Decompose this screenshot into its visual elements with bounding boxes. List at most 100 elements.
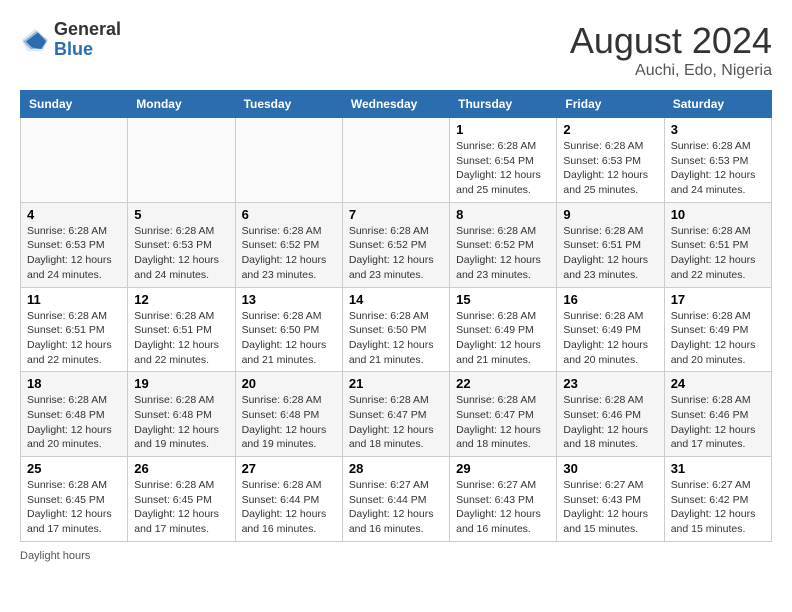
day-info: Sunrise: 6:28 AM Sunset: 6:51 PM Dayligh… [27, 309, 121, 368]
calendar-cell: 31 Sunrise: 6:27 AM Sunset: 6:42 PM Dayli… [664, 457, 771, 542]
day-info: Sunrise: 6:28 AM Sunset: 6:50 PM Dayligh… [242, 309, 336, 368]
calendar-cell: 12Sunrise: 6:28 AM Sunset: 6:51 PM Dayli… [128, 287, 235, 372]
calendar-cell: 19Sunrise: 6:28 AM Sunset: 6:48 PM Dayli… [128, 372, 235, 457]
calendar-cell: 28 Sunrise: 6:27 AM Sunset: 6:44 PM Dayli… [342, 457, 449, 542]
day-info: Sunrise: 6:28 AM Sunset: 6:54 PM Dayligh… [456, 139, 550, 198]
day-number: 15 [456, 292, 550, 307]
calendar-cell [128, 118, 235, 203]
calendar-cell: 17 Sunrise: 6:28 AM Sunset: 6:49 PM Dayli… [664, 287, 771, 372]
day-number: 25 [27, 461, 121, 476]
calendar-cell: 8 Sunrise: 6:28 AM Sunset: 6:52 PM Daylig… [450, 202, 557, 287]
day-number: 16 [563, 292, 657, 307]
day-of-week-header: Sunday [21, 91, 128, 118]
page-header: General Blue August 2024 Auchi, Edo, Nig… [20, 20, 772, 80]
calendar-cell: 15 Sunrise: 6:28 AM Sunset: 6:49 PM Dayli… [450, 287, 557, 372]
day-of-week-header: Friday [557, 91, 664, 118]
day-info: Sunrise: 6:28 AM Sunset: 6:51 PM Dayligh… [563, 224, 657, 283]
calendar-cell: 3 Sunrise: 6:28 AM Sunset: 6:53 PM Daylig… [664, 118, 771, 203]
day-info: Sunrise: 6:28 AM Sunset: 6:47 PM Dayligh… [349, 393, 443, 452]
day-of-week-header: Saturday [664, 91, 771, 118]
calendar-cell: 7 Sunrise: 6:28 AM Sunset: 6:52 PM Daylig… [342, 202, 449, 287]
day-number: 6 [242, 207, 336, 222]
day-number: 17 [671, 292, 765, 307]
calendar-cell [21, 118, 128, 203]
day-number: 2 [563, 122, 657, 137]
calendar-cell: 18 Sunrise: 6:28 AM Sunset: 6:48 PM Dayli… [21, 372, 128, 457]
calendar-cell: 16Sunrise: 6:28 AM Sunset: 6:49 PM Dayli… [557, 287, 664, 372]
logo-general: General [54, 19, 121, 39]
calendar-cell: 2Sunrise: 6:28 AM Sunset: 6:53 PM Daylig… [557, 118, 664, 203]
day-number: 3 [671, 122, 765, 137]
day-number: 22 [456, 376, 550, 391]
calendar-cell [342, 118, 449, 203]
day-info: Sunrise: 6:28 AM Sunset: 6:51 PM Dayligh… [671, 224, 765, 283]
logo: General Blue [20, 20, 121, 60]
calendar-cell: 26 Sunrise: 6:28 AM Sunset: 6:45 PM Dayli… [128, 457, 235, 542]
day-number: 14 [349, 292, 443, 307]
day-number: 11 [27, 292, 121, 307]
day-info: Sunrise: 6:27 AM Sunset: 6:43 PM Dayligh… [456, 478, 550, 537]
calendar-week-row: 4 Sunrise: 6:28 AM Sunset: 6:53 PM Daylig… [21, 202, 772, 287]
calendar-cell: 11 Sunrise: 6:28 AM Sunset: 6:51 PM Dayli… [21, 287, 128, 372]
day-number: 20 [242, 376, 336, 391]
day-info: Sunrise: 6:28 AM Sunset: 6:44 PM Dayligh… [242, 478, 336, 537]
day-number: 28 [349, 461, 443, 476]
day-info: Sunrise: 6:27 AM Sunset: 6:42 PM Dayligh… [671, 478, 765, 537]
day-info: Sunrise: 6:28 AM Sunset: 6:52 PM Dayligh… [456, 224, 550, 283]
calendar-cell: 5Sunrise: 6:28 AM Sunset: 6:53 PM Daylig… [128, 202, 235, 287]
calendar-cell: 30 Sunrise: 6:27 AM Sunset: 6:43 PM Dayli… [557, 457, 664, 542]
calendar-cell: 13 Sunrise: 6:28 AM Sunset: 6:50 PM Dayli… [235, 287, 342, 372]
day-number: 30 [563, 461, 657, 476]
day-info: Sunrise: 6:28 AM Sunset: 6:52 PM Dayligh… [349, 224, 443, 283]
day-of-week-header: Wednesday [342, 91, 449, 118]
calendar-cell: 20Sunrise: 6:28 AM Sunset: 6:48 PM Dayli… [235, 372, 342, 457]
day-number: 18 [27, 376, 121, 391]
day-info: Sunrise: 6:27 AM Sunset: 6:43 PM Dayligh… [563, 478, 657, 537]
day-number: 23 [563, 376, 657, 391]
day-number: 26 [134, 461, 228, 476]
calendar-week-row: 25 Sunrise: 6:28 AM Sunset: 6:45 PM Dayli… [21, 457, 772, 542]
day-number: 9 [563, 207, 657, 222]
day-info: Sunrise: 6:28 AM Sunset: 6:47 PM Dayligh… [456, 393, 550, 452]
day-info: Sunrise: 6:28 AM Sunset: 6:50 PM Dayligh… [349, 309, 443, 368]
day-info: Sunrise: 6:28 AM Sunset: 6:45 PM Dayligh… [134, 478, 228, 537]
calendar-header-row: SundayMondayTuesdayWednesdayThursdayFrid… [21, 91, 772, 118]
day-number: 8 [456, 207, 550, 222]
calendar-cell: 21 Sunrise: 6:28 AM Sunset: 6:47 PM Dayli… [342, 372, 449, 457]
day-of-week-header: Tuesday [235, 91, 342, 118]
day-info: Sunrise: 6:28 AM Sunset: 6:49 PM Dayligh… [671, 309, 765, 368]
calendar-cell: 22 Sunrise: 6:28 AM Sunset: 6:47 PM Dayli… [450, 372, 557, 457]
day-number: 7 [349, 207, 443, 222]
day-info: Sunrise: 6:28 AM Sunset: 6:46 PM Dayligh… [563, 393, 657, 452]
day-number: 13 [242, 292, 336, 307]
day-number: 21 [349, 376, 443, 391]
day-number: 31 [671, 461, 765, 476]
calendar-cell: 23 Sunrise: 6:28 AM Sunset: 6:46 PM Dayli… [557, 372, 664, 457]
day-info: Sunrise: 6:28 AM Sunset: 6:49 PM Dayligh… [456, 309, 550, 368]
day-number: 29 [456, 461, 550, 476]
day-info: Sunrise: 6:27 AM Sunset: 6:44 PM Dayligh… [349, 478, 443, 537]
day-info: Sunrise: 6:28 AM Sunset: 6:45 PM Dayligh… [27, 478, 121, 537]
day-number: 10 [671, 207, 765, 222]
day-number: 24 [671, 376, 765, 391]
calendar: SundayMondayTuesdayWednesdayThursdayFrid… [20, 90, 772, 542]
calendar-cell: 10 Sunrise: 6:28 AM Sunset: 6:51 PM Dayli… [664, 202, 771, 287]
day-number: 27 [242, 461, 336, 476]
calendar-cell: 27 Sunrise: 6:28 AM Sunset: 6:44 PM Dayli… [235, 457, 342, 542]
daylight-label: Daylight hours [20, 550, 90, 562]
logo-blue: Blue [54, 39, 93, 59]
calendar-cell: 4Sunrise: 6:28 AM Sunset: 6:53 PM Daylig… [21, 202, 128, 287]
day-info: Sunrise: 6:28 AM Sunset: 6:48 PM Dayligh… [27, 393, 121, 452]
calendar-cell: 14 Sunrise: 6:28 AM Sunset: 6:50 PM Dayli… [342, 287, 449, 372]
calendar-cell [235, 118, 342, 203]
footer: Daylight hours [20, 550, 772, 562]
location: Auchi, Edo, Nigeria [570, 62, 772, 80]
calendar-cell: 25 Sunrise: 6:28 AM Sunset: 6:45 PM Dayli… [21, 457, 128, 542]
day-number: 4 [27, 207, 121, 222]
day-info: Sunrise: 6:28 AM Sunset: 6:51 PM Dayligh… [134, 309, 228, 368]
day-number: 1 [456, 122, 550, 137]
calendar-week-row: 11 Sunrise: 6:28 AM Sunset: 6:51 PM Dayli… [21, 287, 772, 372]
day-info: Sunrise: 6:28 AM Sunset: 6:53 PM Dayligh… [134, 224, 228, 283]
day-info: Sunrise: 6:28 AM Sunset: 6:53 PM Dayligh… [671, 139, 765, 198]
calendar-cell: 24Sunrise: 6:28 AM Sunset: 6:46 PM Dayli… [664, 372, 771, 457]
